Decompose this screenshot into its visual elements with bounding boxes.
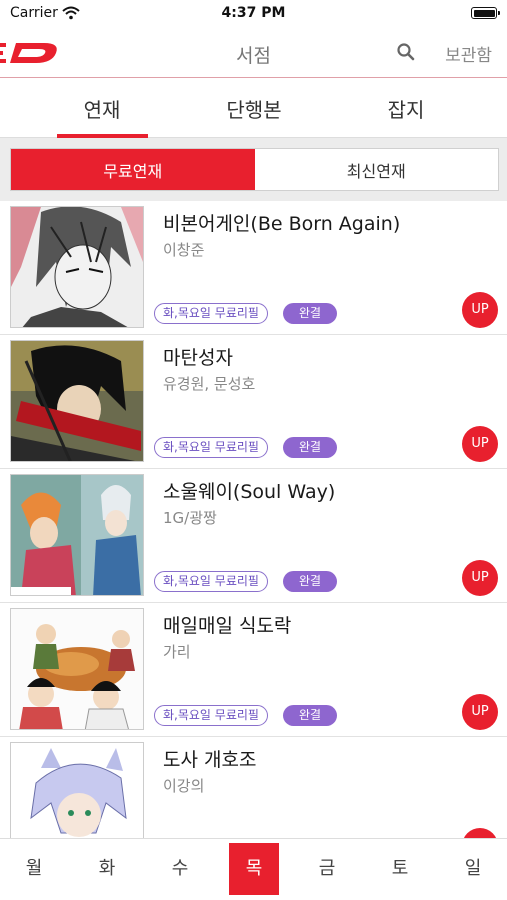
battery-icon [471,7,500,19]
list-item[interactable]: 비본어게인(Be Born Again) 이창준 화,목요일 무료리필 완결 U… [0,201,507,335]
comic-title: 도사 개호조 [163,749,257,771]
comic-title: 매일매일 식도락 [163,615,292,637]
segment-area: 무료연재 최신연재 [0,138,507,201]
status-badge: 완결 [283,303,337,324]
comic-author: 이창준 [163,241,205,259]
tab-magazine[interactable]: 잡지 [356,94,456,123]
day-fri[interactable]: 금 [302,843,352,895]
segmented-control: 무료연재 최신연재 [10,148,499,191]
tab-serial[interactable]: 연재 [52,94,152,123]
day-sat[interactable]: 토 [375,843,425,895]
comic-author: 유경원, 문성호 [163,375,256,393]
status-bar: Carrier 4:37 PM [0,0,507,28]
schedule-tag: 화,목요일 무료리필 [154,437,268,458]
tab-volume[interactable]: 단행본 [204,94,304,123]
weekday-bar: 월 화 수 목 금 토 일 [0,838,507,900]
comic-author: 가리 [163,643,191,661]
page-title: 서점 [236,45,271,67]
comic-author: 이강의 [163,777,205,795]
cover-image [10,608,144,730]
search-icon[interactable] [396,42,416,66]
day-tue[interactable]: 화 [82,843,132,895]
day-thu[interactable]: 목 [229,843,279,895]
segment-latest[interactable]: 최신연재 [255,149,499,190]
comic-title: 비본어게인(Be Born Again) [163,213,401,235]
cover-image [10,474,144,596]
up-badge: UP [462,292,498,328]
comic-title: 마탄성자 [163,347,233,369]
day-sun[interactable]: 일 [448,843,498,895]
schedule-tag: 화,목요일 무료리필 [154,571,268,592]
day-wed[interactable]: 수 [155,843,205,895]
up-badge: UP [462,426,498,462]
status-badge: 완결 [283,437,337,458]
list-item[interactable]: 마탄성자 유경원, 문성호 화,목요일 무료리필 완결 UP [0,335,507,469]
list-item[interactable]: 소울웨이(Soul Way) 1G/광짱 화,목요일 무료리필 완결 UP [0,469,507,603]
status-badge: 완결 [283,571,337,592]
category-tabs: 연재 단행본 잡지 [0,79,507,138]
up-badge: UP [462,694,498,730]
nav-bar: 서점 보관함 [0,28,507,78]
day-mon[interactable]: 월 [9,843,59,895]
comic-author: 1G/광짱 [163,509,217,527]
locker-button[interactable]: 보관함 [445,41,492,66]
cover-image [10,206,144,328]
status-badge: 완결 [283,705,337,726]
schedule-tag: 화,목요일 무료리필 [154,303,268,324]
list-item[interactable]: 매일매일 식도락 가리 화,목요일 무료리필 완결 UP [0,603,507,737]
schedule-tag: 화,목요일 무료리필 [154,705,268,726]
comic-title: 소울웨이(Soul Way) [163,481,336,503]
clock: 4:37 PM [221,5,286,21]
segment-free[interactable]: 무료연재 [11,149,255,190]
cover-image [10,340,144,462]
up-badge: UP [462,560,498,596]
